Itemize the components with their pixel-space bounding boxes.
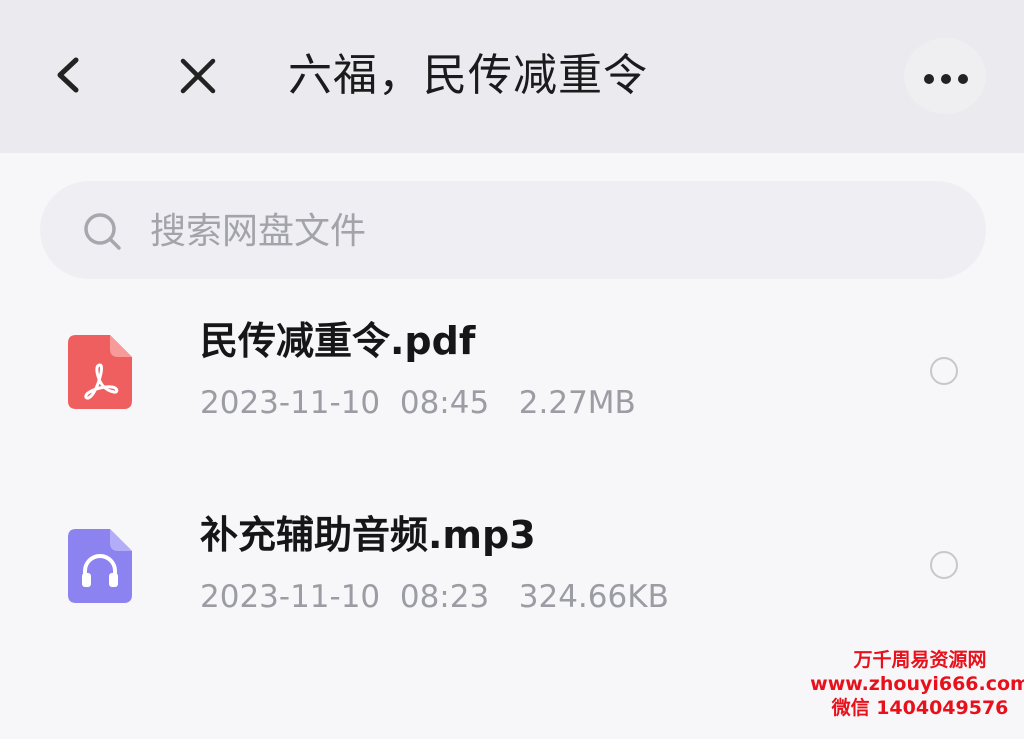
select-radio[interactable] [930, 357, 958, 385]
file-meta: 2023-11-10 08:23 324.66KB [200, 579, 669, 615]
more-button[interactable] [904, 38, 986, 114]
watermark-line: www.zhouyi666.com [810, 673, 1024, 695]
more-dots-icon [922, 70, 970, 84]
file-row-pdf[interactable]: 民传减重令.pdf 2023-11-10 08:45 2.27MB [0, 295, 1024, 455]
top-bar: 六福，民传减重令 [0, 0, 1024, 153]
select-radio[interactable] [930, 551, 958, 579]
watermark: 万千周易资源网 www.zhouyi666.com 微信 1404049576 [800, 648, 1024, 720]
watermark-line: 万千周易资源网 [853, 649, 987, 671]
close-icon[interactable] [178, 56, 218, 96]
file-name: 补充辅助音频.mp3 [200, 513, 536, 557]
back-icon[interactable] [50, 54, 86, 96]
search-icon [82, 211, 124, 253]
file-meta: 2023-11-10 08:45 2.27MB [200, 385, 636, 421]
file-row-mp3[interactable]: 补充辅助音频.mp3 2023-11-10 08:23 324.66KB [0, 489, 1024, 649]
file-name: 民传减重令.pdf [200, 319, 476, 363]
search-bar[interactable] [40, 181, 986, 279]
page-title: 六福，民传减重令 [288, 50, 648, 101]
watermark-line: 微信 1404049576 [831, 697, 1009, 719]
audio-file-icon [68, 529, 132, 603]
search-input[interactable] [150, 201, 750, 261]
pdf-file-icon [68, 335, 132, 409]
